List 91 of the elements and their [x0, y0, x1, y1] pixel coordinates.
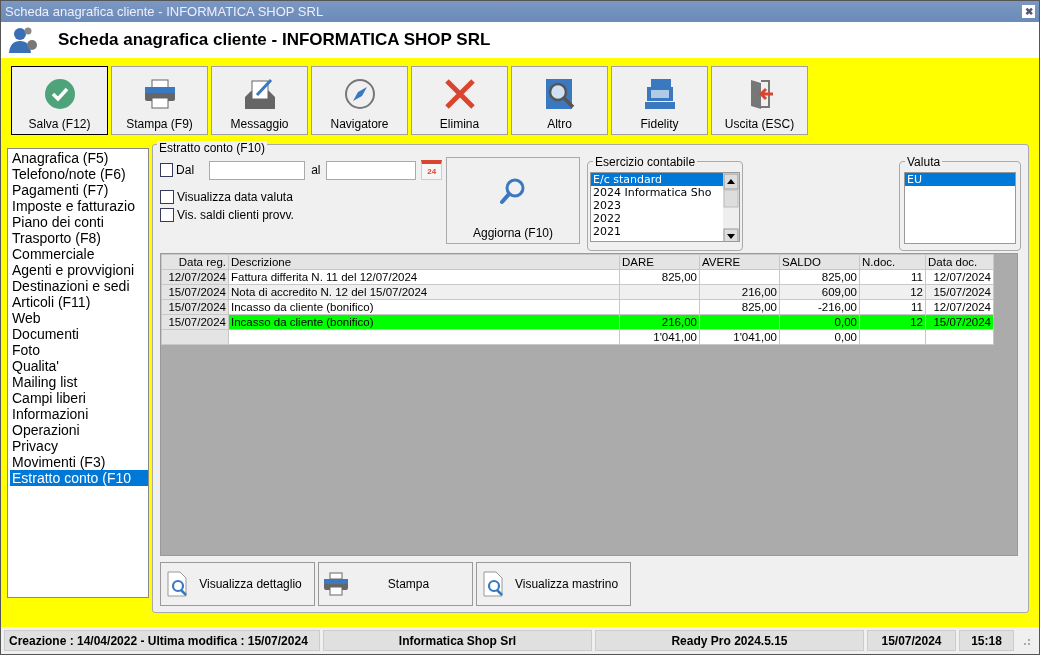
list-item[interactable]: 2022: [591, 212, 723, 225]
list-item[interactable]: EU: [905, 173, 1015, 186]
action-button[interactable]: Visualizza mastrino: [476, 562, 631, 606]
checkbox[interactable]: [160, 163, 174, 177]
printer-icon: [323, 571, 349, 597]
total-cell: 0,00: [779, 329, 860, 345]
sidebar-item[interactable]: Articoli (F11): [10, 294, 148, 310]
column-header[interactable]: Data doc.: [925, 254, 994, 270]
toolbar-button[interactable]: Uscita (ESC): [711, 66, 808, 135]
group-title: Estratto conto (F10): [157, 141, 268, 155]
sidebar-item[interactable]: Campi liberi: [10, 390, 148, 406]
group-title: Esercizio contabile: [593, 155, 698, 169]
sidebar-item[interactable]: Agenti e provvigioni: [10, 262, 148, 278]
table-cell: 825,00: [699, 299, 780, 315]
column-header[interactable]: Data reg.: [161, 254, 229, 270]
refresh-button[interactable]: Aggiorna (F10): [446, 157, 580, 244]
printer-icon: [142, 77, 177, 111]
sidebar-item[interactable]: Telefono/note (F6): [10, 166, 148, 182]
delete-icon: [442, 77, 477, 111]
toolbar-button[interactable]: Stampa (F9): [111, 66, 208, 135]
sidebar-item[interactable]: Operazioni: [10, 422, 148, 438]
table-cell: Incasso da cliente (bonifico): [228, 299, 620, 315]
checkbox[interactable]: [160, 190, 174, 204]
toolbar-button[interactable]: Elimina: [411, 66, 508, 135]
status-field: Informatica Shop Srl: [323, 630, 592, 651]
toolbar-button[interactable]: Fidelity: [611, 66, 708, 135]
cash-register-icon: [642, 77, 677, 111]
toolbar-button[interactable]: Salva (F12): [11, 66, 108, 135]
status-field: Ready Pro 2024.5.15: [595, 630, 864, 651]
sidebar-item[interactable]: Foto: [10, 342, 148, 358]
toolbar-button[interactable]: Messaggio: [211, 66, 308, 135]
sidebar-item[interactable]: Informazioni: [10, 406, 148, 422]
scrollbar[interactable]: [723, 173, 739, 241]
group-title: Valuta: [905, 155, 943, 169]
total-cell: 1'041,00: [619, 329, 700, 345]
table-cell: 12/07/2024: [925, 269, 994, 285]
checkbox-label: Visualizza data valuta: [177, 190, 293, 204]
page-title: Scheda anagrafica cliente - INFORMATICA SHOP SRL: [58, 30, 491, 50]
date-from-field[interactable]: [209, 160, 306, 180]
column-header[interactable]: N.doc.: [859, 254, 926, 270]
sidebar-item[interactable]: Imposte e fatturazio: [10, 198, 148, 214]
column-header[interactable]: Descrizione: [228, 254, 620, 270]
sidebar-item[interactable]: Documenti: [10, 326, 148, 342]
sidebar-item[interactable]: Piano dei conti: [10, 214, 148, 230]
close-button[interactable]: ✖: [1022, 5, 1035, 18]
sidebar-item[interactable]: Trasporto (F8): [10, 230, 148, 246]
sidebar-item[interactable]: Qualita': [10, 358, 148, 374]
sidebar-item[interactable]: Pagamenti (F7): [10, 182, 148, 198]
status-field: Creazione : 14/04/2022 - Ultima modifica : 15/07/2024: [4, 630, 320, 651]
message-tray-icon: [242, 77, 277, 111]
table-cell: 11: [859, 299, 926, 315]
field-label: al: [311, 163, 321, 177]
total-cell: [925, 329, 994, 345]
table-cell: 825,00: [619, 269, 700, 285]
compass-icon: [342, 77, 377, 111]
list-item[interactable]: 2021: [591, 225, 723, 238]
table-cell: 11: [859, 269, 926, 285]
sidebar-item[interactable]: Mailing list: [10, 374, 148, 390]
customer-icon: [8, 25, 38, 55]
action-button[interactable]: Stampa: [318, 562, 473, 606]
sidebar-item[interactable]: Web: [10, 310, 148, 326]
toolbar-button[interactable]: Altro: [511, 66, 608, 135]
sidebar-item[interactable]: Commerciale: [10, 246, 148, 262]
check-circle-icon: [42, 77, 77, 111]
sidebar-item[interactable]: Privacy: [10, 438, 148, 454]
sidebar-item[interactable]: Estratto conto (F10: [10, 470, 148, 486]
table-cell: 825,00: [779, 269, 860, 285]
table-cell: -216,00: [779, 299, 860, 315]
total-cell: 1'041,00: [699, 329, 780, 345]
calendar-button[interactable]: 24: [421, 160, 442, 180]
column-header[interactable]: SALDO: [779, 254, 860, 270]
list-item[interactable]: E/c standard: [591, 173, 723, 186]
checkbox-label: Vis. saldi clienti provv.: [177, 208, 294, 222]
toolbar-button[interactable]: Navigatore: [311, 66, 408, 135]
total-cell: [859, 329, 926, 345]
column-header[interactable]: DARE: [619, 254, 700, 270]
sidebar-item[interactable]: Anagrafica (F5): [10, 150, 148, 166]
sidebar-item[interactable]: Movimenti (F3): [10, 454, 148, 470]
action-button[interactable]: Visualizza dettaglio: [160, 562, 315, 606]
table-cell: 12/07/2024: [925, 299, 994, 315]
checkbox-label: Dal: [176, 163, 195, 177]
window-title: Scheda anagrafica cliente - INFORMATICA SHOP SRL: [5, 4, 324, 19]
list-item[interactable]: 2024 Informatica Sho: [591, 186, 723, 199]
column-header[interactable]: AVERE: [699, 254, 780, 270]
checkbox[interactable]: [160, 208, 174, 222]
list-item[interactable]: 2023: [591, 199, 723, 212]
status-field: 15:18: [959, 630, 1014, 651]
status-field: 15/07/2024: [867, 630, 956, 651]
table-cell: Fattura differita N. 11 del 12/07/2024: [228, 269, 620, 285]
date-to-field[interactable]: [326, 160, 417, 180]
sidebar-item[interactable]: Destinazioni e sedi: [10, 278, 148, 294]
